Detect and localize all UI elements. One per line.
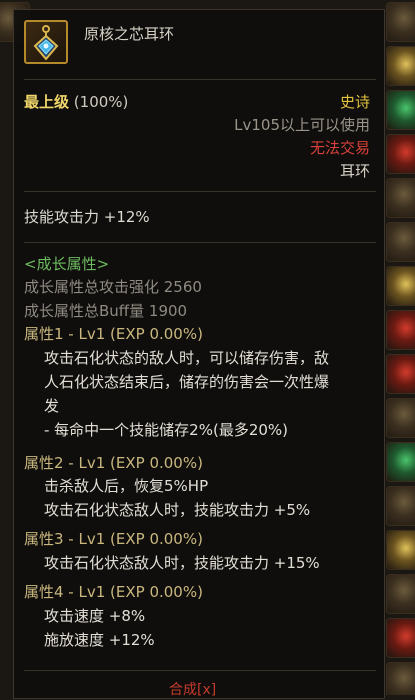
attribute-1-line: - 每命中一个技能储存2%(最多20%) [44,421,289,439]
item-grade-percent: (100%) [73,93,129,111]
inventory-slot [386,2,415,42]
equipment-slot-type: 耳环 [339,162,370,180]
inventory-slot [386,90,415,130]
inventory-slot [386,134,415,174]
attribute-4-title: 属性4 - Lv1 (EXP 0.00%) [24,583,203,601]
item-tooltip: 原核之芯耳环 最上级 (100%) 史诗 Lv105以上可以使用 无法交易 耳环… [13,9,385,699]
attribute-3-title: 属性3 - Lv1 (EXP 0.00%) [24,530,203,548]
inventory-slot [386,46,415,86]
earring-icon [24,20,68,64]
inventory-slot [386,222,415,262]
item-header: 原核之芯耳环 [14,10,384,80]
item-name: 原核之芯耳环 [84,25,175,43]
growth-total-attack: 成长属性总攻击强化 2560 [24,278,202,296]
inventory-slot [386,310,415,350]
attribute-2-line: 击杀敌人后，恢复5%HP [44,477,209,495]
level-requirement: Lv105以上可以使用 [234,116,370,134]
divider [24,79,376,80]
inventory-slot [386,398,415,438]
attribute-3-line: 攻击石化状态敌人时，技能攻击力 +15% [44,554,320,572]
growth-title: <成长属性> [24,255,110,273]
item-grade: 最上级 [24,93,70,111]
growth-total-buff: 成长属性总Buff量 1900 [24,302,188,320]
inventory-slot [386,662,415,695]
synthesis-info: 合成[x] [169,682,217,698]
inventory-slot [386,442,415,482]
divider [24,242,376,243]
inventory-slot [386,266,415,306]
attribute-4-line: 施放速度 +12% [44,631,155,649]
trade-restriction: 无法交易 [309,139,370,157]
inventory-slot [386,618,415,658]
inventory-slot [386,178,415,218]
item-rarity: 史诗 [339,93,370,111]
attribute-1-line: 发 [44,397,60,415]
item-grade-row: 最上级 (100%) [24,92,128,112]
inventory-slot [386,574,415,614]
divider [24,670,376,671]
attribute-1-title: 属性1 - Lv1 (EXP 0.00%) [24,325,203,343]
skill-attack-stat: 技能攻击力 +12% [24,208,150,226]
inventory-slot [386,354,415,394]
attribute-1-line: 攻击石化状态的敌人时，可以储存伤害，敌 [44,349,330,367]
attribute-1-line: 人石化状态结束后，储存的伤害会一次性爆 [44,373,330,391]
inventory-slot [386,530,415,570]
attribute-4-line: 攻击速度 +8% [44,607,146,625]
attribute-2-line: 攻击石化状态敌人时，技能攻击力 +5% [44,501,311,519]
attribute-2-title: 属性2 - Lv1 (EXP 0.00%) [24,454,203,472]
divider [24,191,376,192]
inventory-slot [386,486,415,526]
